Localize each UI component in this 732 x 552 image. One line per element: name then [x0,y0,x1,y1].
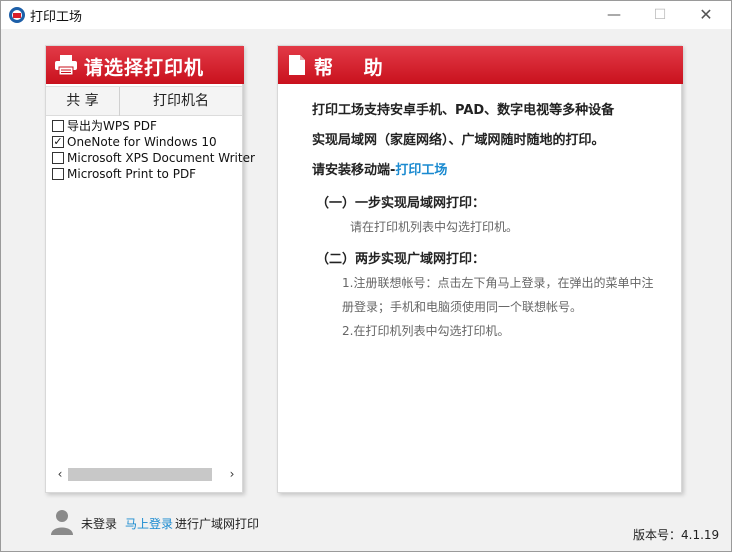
printer-row[interactable]: Microsoft Print to PDF [52,166,242,182]
printer-row[interactable]: ✓ OneNote for Windows 10 [52,134,242,150]
app-download-link[interactable]: 打印工场 [395,163,447,178]
app-window: 打印工场 — ☐ ✕ 请选择打印机 共 享 打印机名 导出为WPS PDF ✓ … [0,0,732,552]
printer-checkbox[interactable] [52,168,64,180]
close-button[interactable]: ✕ [683,1,729,29]
document-icon [289,55,305,75]
step-two-note-2: 册登录；手机和电脑须使用同一个联想帐号。 [342,300,583,314]
minimize-button[interactable]: — [591,1,637,29]
help-panel-header: 帮 助 [278,46,683,84]
printer-name: 导出为WPS PDF [67,119,157,133]
user-avatar-icon[interactable] [51,509,73,535]
printer-table-header: 共 享 打印机名 [46,86,242,116]
version-label: 版本号：4.1.19 [633,528,720,542]
printer-name: Microsoft XPS Document Writer [67,151,255,165]
login-hint: 进行广域网打印 [175,517,260,531]
login-link[interactable]: 马上登录 [125,515,173,532]
help-intro-line-3: 请安装移动端-打印工场 [312,159,447,178]
printer-panel-header: 请选择打印机 [46,46,244,84]
column-header-printer-name[interactable]: 打印机名 [120,87,242,116]
scroll-left-button[interactable]: ‹ [52,467,68,482]
app-logo-icon [9,7,25,23]
printer-row[interactable]: Microsoft XPS Document Writer [52,150,255,166]
login-status: 未登录 [81,517,118,531]
printer-panel-title: 请选择打印机 [84,57,205,79]
printer-row[interactable]: 导出为WPS PDF [52,118,242,134]
step-one-note: 请在打印机列表中勾选打印机。 [350,220,519,234]
horizontal-scrollbar[interactable]: ‹ › [52,467,240,482]
printer-checkbox[interactable] [52,152,64,164]
column-header-share[interactable]: 共 享 [46,87,120,116]
step-two-note-1: 1.注册联想帐号：点击左下角马上登录，在弹出的菜单中注 [342,276,654,290]
printer-list: 导出为WPS PDF ✓ OneNote for Windows 10 Micr… [52,118,255,182]
window-title: 打印工场 [30,10,83,25]
printer-panel: 请选择打印机 共 享 打印机名 导出为WPS PDF ✓ OneNote for… [45,45,255,493]
maximize-button[interactable]: ☐ [637,1,683,29]
install-prompt: 请安装移动端- [312,163,396,178]
help-intro-line-1: 打印工场支持安卓手机、PAD、数字电视等多种设备 [312,103,615,118]
title-bar: 打印工场 — ☐ ✕ [1,1,731,29]
printer-name: OneNote for Windows 10 [67,135,217,149]
scrollbar-thumb[interactable] [68,468,212,481]
step-two-note-3: 2.在打印机列表中勾选打印机。 [342,324,510,338]
printer-name: Microsoft Print to PDF [67,167,197,181]
help-panel: 帮 助 打印工场支持安卓手机、PAD、数字电视等多种设备 实现局域网（家庭网络）… [277,45,683,493]
printer-icon [55,55,77,76]
step-two-title: （二）两步实现广域网打印： [316,252,486,267]
step-one-title: （一）一步实现局域网打印： [316,196,486,211]
help-intro-line-2: 实现局域网（家庭网络）、广域网随时随地的打印。 [312,133,605,148]
printer-checkbox[interactable] [52,120,64,132]
help-panel-title: 帮 助 [314,57,395,79]
scroll-right-button[interactable]: › [224,467,240,482]
printer-checkbox[interactable]: ✓ [52,136,64,148]
